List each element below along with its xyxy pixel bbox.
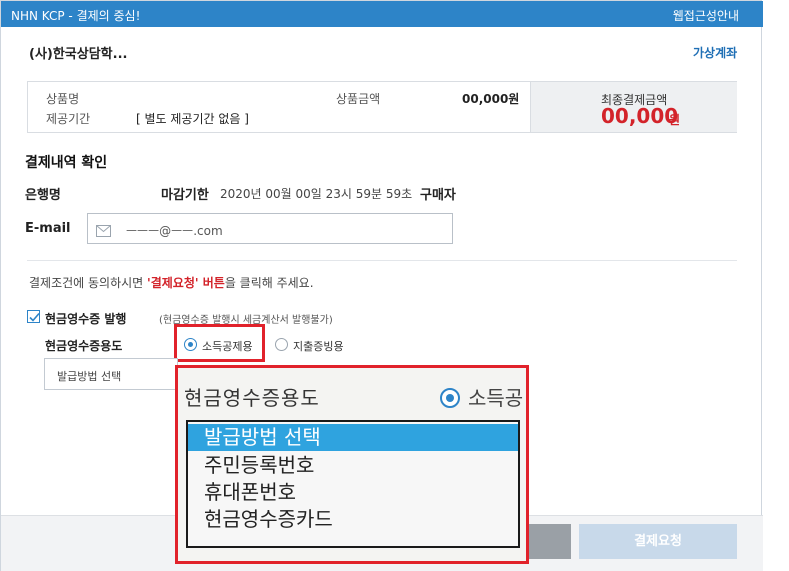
title-bar: NHN KCP - 결제의 중심! 웹접근성안내 bbox=[1, 1, 763, 27]
dropdown-option[interactable]: 발급방법 선택 bbox=[188, 424, 518, 451]
deadline-label: 마감기한 bbox=[161, 188, 209, 203]
bank-label: 은행명 bbox=[25, 188, 61, 203]
buyer-label: 구매자 bbox=[420, 188, 456, 203]
period-label: 제공기간 bbox=[46, 112, 91, 126]
merchant-name: (사)한국상담학... bbox=[29, 47, 128, 62]
issue-method-select[interactable]: 발급방법 선택 bbox=[44, 358, 178, 390]
price-label: 상품금액 bbox=[336, 92, 381, 106]
app-title: NHN KCP - 결제의 중심! bbox=[11, 9, 141, 23]
divider bbox=[27, 260, 737, 261]
pay-request-button[interactable]: 결제요청 bbox=[579, 524, 737, 559]
receipt-purpose-label: 현금영수증용도 bbox=[45, 339, 123, 353]
dropdown-option[interactable]: 휴대폰번호 bbox=[188, 479, 518, 506]
final-amount-unit: 원 bbox=[669, 113, 681, 127]
dropdown-option[interactable]: 주민등록번호 bbox=[188, 452, 518, 479]
email-value: ㅡㅡㅡ@ㅡㅡ.com bbox=[126, 224, 223, 238]
notice-suffix: 을 클릭해 주세요. bbox=[224, 276, 314, 290]
dropdown-option[interactable]: 현금영수증카드 bbox=[188, 506, 518, 533]
income-deduction-radio[interactable] bbox=[184, 338, 197, 351]
zoom-content: 현금영수증용도 소득공 발급방법 선택 주민등록번호 휴대폰번호 현금영수증카드 bbox=[178, 368, 526, 561]
notice-highlight: '결제요청' 버튼 bbox=[147, 276, 225, 290]
final-amount-box: 최종결제금액 00,000 원 bbox=[530, 82, 737, 132]
expense-proof-radio[interactable] bbox=[275, 338, 288, 351]
order-summary: 상품명 제공기간 [ 별도 제공기간 없음 ] 상품금액 00,000원 최종결… bbox=[27, 81, 737, 133]
zoom-radio-label: 소득공 bbox=[468, 386, 524, 410]
payment-window: NHN KCP - 결제의 중심! 웹접근성안내 (사)한국상담학... 가상계… bbox=[0, 0, 763, 571]
zoom-purpose-label: 현금영수증용도 bbox=[184, 386, 320, 410]
virtual-account-link[interactable]: 가상계좌 bbox=[693, 44, 737, 61]
check-icon bbox=[29, 312, 40, 322]
product-label: 상품명 bbox=[46, 92, 80, 106]
final-amount: 00,000 bbox=[601, 104, 679, 128]
deadline-value: 2020년 00월 00일 23시 59분 59초 bbox=[220, 187, 413, 201]
issue-method-dropdown-list: 발급방법 선택 주민등록번호 휴대폰번호 현금영수증카드 bbox=[186, 420, 520, 548]
email-field[interactable]: ㅡㅡㅡ@ㅡㅡ.com bbox=[87, 213, 453, 244]
notice-prefix: 결제조건에 동의하시면 bbox=[29, 276, 148, 290]
zoomed-dropdown-callout: 현금영수증용도 소득공 발급방법 선택 주민등록번호 휴대폰번호 현금영수증카드 bbox=[175, 365, 529, 564]
accessibility-guide-link[interactable]: 웹접근성안내 bbox=[673, 7, 739, 24]
issue-method-value: 발급방법 선택 bbox=[57, 370, 122, 383]
period-value: [ 별도 제공기간 없음 ] bbox=[136, 112, 249, 126]
income-deduction-label: 소득공제용 bbox=[202, 340, 253, 353]
zoom-radio-icon bbox=[440, 388, 460, 408]
expense-proof-label: 지출증빙용 bbox=[293, 340, 344, 353]
cash-receipt-title: 현금영수증 발행 bbox=[45, 312, 127, 326]
section-title: 결제내역 확인 bbox=[25, 155, 108, 171]
price-value: 00,000원 bbox=[462, 92, 520, 106]
mail-icon bbox=[96, 222, 111, 237]
email-label: E-mail bbox=[25, 221, 71, 236]
cash-receipt-checkbox[interactable] bbox=[27, 310, 40, 323]
agreement-notice: 결제조건에 동의하시면 '결제요청' 버튼을 클릭해 주세요. bbox=[29, 274, 314, 291]
